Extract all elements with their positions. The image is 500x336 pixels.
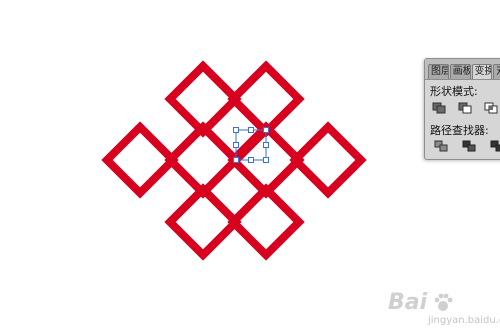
watermark-brand: Bai (388, 290, 428, 315)
shape-modes-label: 形状模式: (430, 85, 478, 98)
resize-handle[interactable] (248, 157, 254, 163)
artboard-canvas (101, 60, 367, 261)
paw-icon (434, 293, 453, 311)
tab-layers[interactable]: 图层 (428, 64, 449, 79)
tab-align[interactable]: 对齐 (493, 64, 500, 79)
knot-diamond[interactable] (101, 121, 179, 199)
minus-front-button[interactable] (457, 101, 473, 115)
resize-handle[interactable] (233, 157, 239, 163)
watermark-site: jingyan.baidu.com (428, 315, 500, 326)
intersect-button[interactable] (483, 101, 499, 115)
pathfinders-label: 路径查找器: (430, 124, 489, 137)
pathfinder-panel: 图层 画板 变换 对齐 形状模式: 路径查找器: (424, 58, 500, 160)
knot-diamond[interactable] (227, 183, 305, 261)
tab-artboards[interactable]: 画板 (449, 64, 471, 79)
resize-handle[interactable] (233, 127, 239, 133)
panel-tab-bar: 图层 画板 变换 对齐 (425, 59, 500, 80)
resize-handle[interactable] (263, 127, 269, 133)
tab-transform[interactable]: 变换 (471, 64, 493, 79)
divide-button[interactable] (433, 139, 449, 153)
intersect-icon (484, 102, 498, 114)
knot-diamond[interactable] (289, 121, 367, 199)
resize-handle[interactable] (248, 127, 254, 133)
trim-icon (462, 140, 476, 152)
merge-button[interactable] (489, 139, 500, 153)
knot-diamond[interactable] (164, 183, 242, 261)
selected-segment[interactable] (233, 127, 269, 163)
trim-button[interactable] (461, 139, 477, 153)
resize-handle[interactable] (233, 142, 239, 148)
selected-path-bounding-box[interactable] (233, 127, 269, 163)
unite-button[interactable] (431, 101, 447, 115)
merge-icon (490, 140, 500, 152)
resize-handle[interactable] (263, 157, 269, 163)
minus-front-icon (458, 102, 472, 114)
divide-icon (434, 140, 448, 152)
unite-icon (432, 102, 446, 114)
resize-handle[interactable] (263, 142, 269, 148)
baidu-jingyan-watermark: Bai jingyan.baidu.com (388, 290, 500, 330)
